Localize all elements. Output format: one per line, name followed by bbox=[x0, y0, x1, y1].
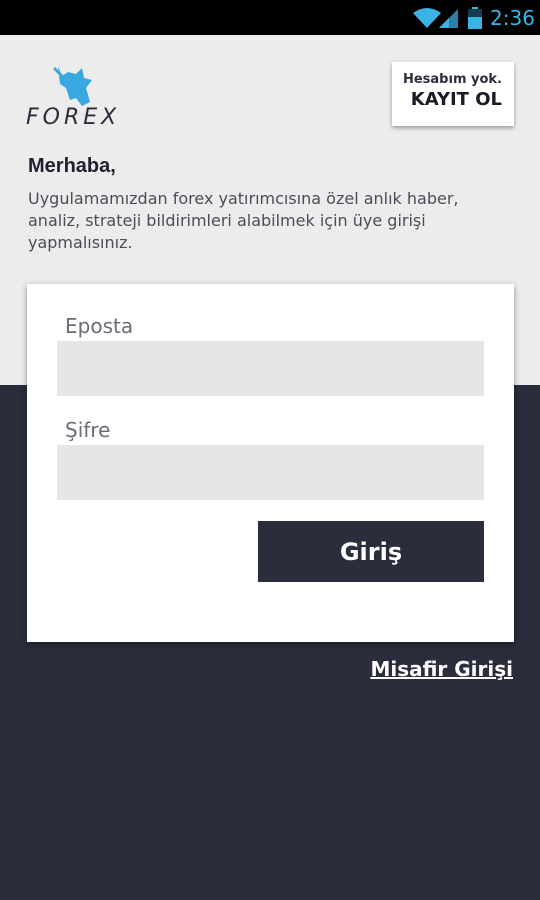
email-label: Eposta bbox=[65, 314, 134, 338]
status-bar: 2:36 bbox=[0, 0, 540, 35]
brand-logo-text: FOREX bbox=[26, 105, 121, 130]
status-time: 2:36 bbox=[490, 6, 535, 30]
password-field[interactable] bbox=[57, 445, 484, 500]
email-field[interactable] bbox=[57, 341, 484, 396]
battery-icon bbox=[468, 7, 482, 29]
greeting-message: Uygulamamızdan forex yatırımcısına özel … bbox=[28, 189, 459, 252]
register-label: KAYIT OL bbox=[410, 89, 502, 110]
login-card: Eposta Şifre Giriş bbox=[27, 284, 514, 642]
greeting-title: Merhaba, bbox=[28, 155, 116, 177]
register-note: Hesabım yok. bbox=[402, 72, 502, 87]
register-button[interactable]: Hesabım yok. KAYIT OL bbox=[392, 62, 514, 126]
cell-signal-icon bbox=[439, 9, 458, 28]
password-label: Şifre bbox=[65, 418, 111, 442]
guest-login-link[interactable]: Misafir Girişi bbox=[370, 657, 513, 681]
login-button[interactable]: Giriş bbox=[258, 521, 484, 582]
